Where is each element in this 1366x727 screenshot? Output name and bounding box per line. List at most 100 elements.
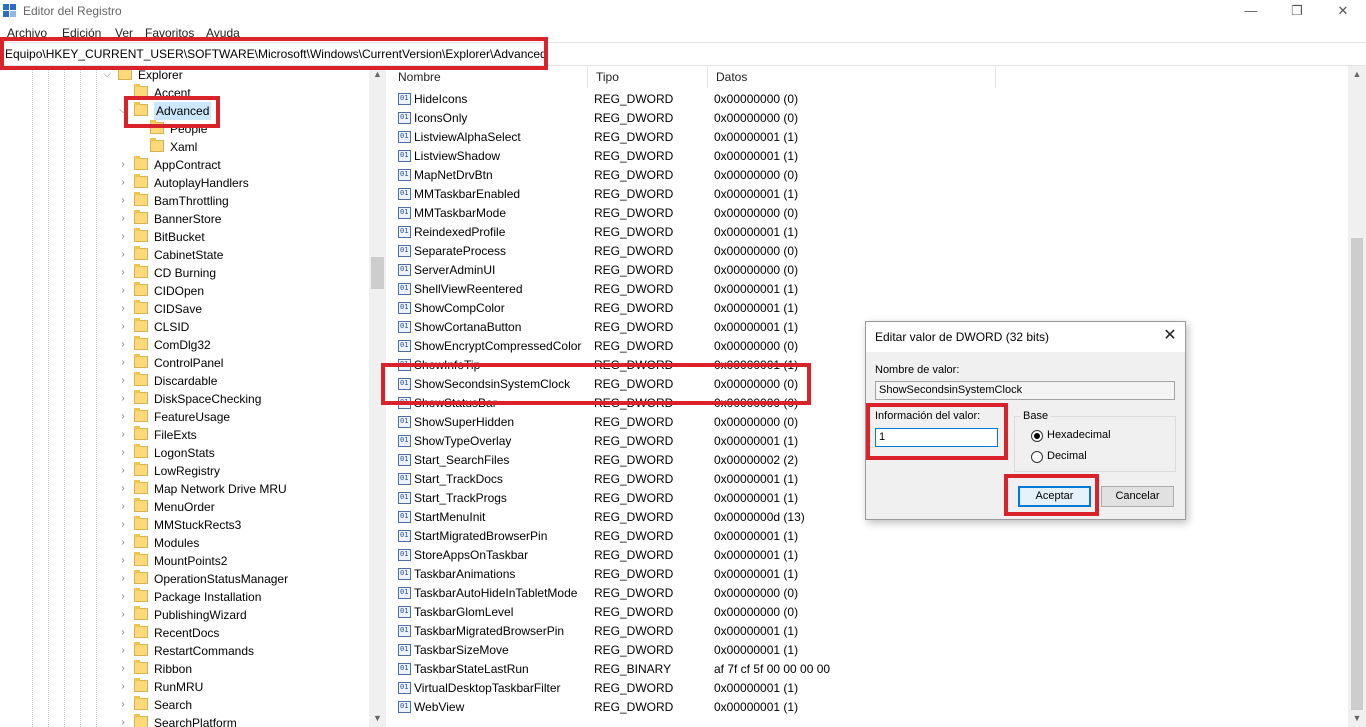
tree-item[interactable]: › PublishingWizard xyxy=(0,606,369,624)
chevron-right-icon[interactable]: › xyxy=(118,606,128,624)
value-row[interactable]: MapNetDrvBtn REG_DWORD 0x00000000 (0) xyxy=(390,166,1348,185)
tree-item[interactable]: › RecentDocs xyxy=(0,624,369,642)
chevron-right-icon[interactable]: › xyxy=(118,444,128,462)
value-row[interactable]: MMTaskbarMode REG_DWORD 0x00000000 (0) xyxy=(390,204,1348,223)
tree-item[interactable]: › LowRegistry xyxy=(0,462,369,480)
key-tree[interactable]: ⌵ Explorer Accent ⌵ Advanced People Xaml › AppCo… xyxy=(0,66,370,727)
value-row[interactable]: VirtualDesktopTaskbarFilter REG_DWORD 0x00… xyxy=(390,679,1348,698)
chevron-right-icon[interactable]: › xyxy=(118,156,128,174)
close-button[interactable]: ✕ xyxy=(1320,2,1366,22)
decimal-radio[interactable] xyxy=(1031,451,1043,463)
tree-item[interactable]: › Ribbon xyxy=(0,660,369,678)
tree-item[interactable]: › SearchPlatform xyxy=(0,714,369,727)
tree-item[interactable]: › CLSID xyxy=(0,318,369,336)
list-scrollbar[interactable]: ▲ ▼ xyxy=(1348,66,1366,727)
chevron-right-icon[interactable]: › xyxy=(118,192,128,210)
minimize-button[interactable]: — xyxy=(1228,2,1274,22)
chevron-right-icon[interactable]: › xyxy=(118,624,128,642)
tree-item[interactable]: › Modules xyxy=(0,534,369,552)
chevron-right-icon[interactable]: › xyxy=(118,588,128,606)
chevron-right-icon[interactable]: › xyxy=(118,642,128,660)
tree-item[interactable]: › CIDOpen xyxy=(0,282,369,300)
tree-item[interactable]: › Package Installation xyxy=(0,588,369,606)
value-row[interactable]: TaskbarStateLastRun REG_BINARY af 7f cf 5f… xyxy=(390,660,1348,679)
chevron-right-icon[interactable]: › xyxy=(118,354,128,372)
value-row[interactable]: SeparateProcess REG_DWORD 0x00000000 (0) xyxy=(390,242,1348,261)
tree-item[interactable]: › RestartCommands xyxy=(0,642,369,660)
chevron-right-icon[interactable]: › xyxy=(118,246,128,264)
chevron-right-icon[interactable]: › xyxy=(118,678,128,696)
column-header-type[interactable]: Tipo xyxy=(588,66,708,88)
value-row[interactable]: ShellViewReentered REG_DWORD 0x00000001 (1… xyxy=(390,280,1348,299)
tree-item[interactable]: › Map Network Drive MRU xyxy=(0,480,369,498)
chevron-right-icon[interactable]: › xyxy=(118,300,128,318)
tree-item[interactable]: › OperationStatusManager xyxy=(0,570,369,588)
tree-item[interactable]: › AppContract xyxy=(0,156,369,174)
value-row[interactable]: TaskbarAutoHideInTabletMode REG_DWORD 0x00… xyxy=(390,584,1348,603)
chevron-right-icon[interactable]: › xyxy=(118,696,128,714)
chevron-right-icon[interactable]: › xyxy=(118,426,128,444)
tree-scroll-thumb[interactable] xyxy=(371,257,384,289)
value-row[interactable]: TaskbarGlomLevel REG_DWORD 0x00000000 (0) xyxy=(390,603,1348,622)
chevron-right-icon[interactable]: › xyxy=(118,480,128,498)
tree-item[interactable]: › BitBucket xyxy=(0,228,369,246)
tree-item[interactable]: › CabinetState xyxy=(0,246,369,264)
tree-item[interactable]: › LogonStats xyxy=(0,444,369,462)
scroll-down-arrow-icon[interactable]: ▼ xyxy=(369,710,386,727)
chevron-right-icon[interactable]: › xyxy=(118,462,128,480)
chevron-right-icon[interactable]: › xyxy=(118,498,128,516)
chevron-right-icon[interactable]: › xyxy=(118,534,128,552)
value-row[interactable]: StartMigratedBrowserPin REG_DWORD 0x000000… xyxy=(390,527,1348,546)
value-row[interactable]: WebView REG_DWORD 0x00000001 (1) xyxy=(390,698,1348,717)
tree-item[interactable]: › DiskSpaceChecking xyxy=(0,390,369,408)
value-row[interactable]: ReindexedProfile REG_DWORD 0x00000001 (1) xyxy=(390,223,1348,242)
tree-item[interactable]: › CIDSave xyxy=(0,300,369,318)
tree-item[interactable]: › MountPoints2 xyxy=(0,552,369,570)
tree-item[interactable]: › Search xyxy=(0,696,369,714)
scroll-down-arrow-icon[interactable]: ▼ xyxy=(1348,710,1366,727)
chevron-right-icon[interactable]: › xyxy=(118,174,128,192)
chevron-right-icon[interactable]: › xyxy=(118,318,128,336)
hexadecimal-label[interactable]: Hexadecimal xyxy=(1047,429,1111,441)
value-row[interactable]: TaskbarSizeMove REG_DWORD 0x00000001 (1) xyxy=(390,641,1348,660)
tree-item[interactable]: Xaml xyxy=(0,138,369,156)
cancel-button[interactable]: Cancelar xyxy=(1101,486,1174,507)
chevron-right-icon[interactable]: › xyxy=(118,714,128,727)
scroll-up-arrow-icon[interactable]: ▲ xyxy=(1348,66,1366,83)
tree-item[interactable]: › ComDlg32 xyxy=(0,336,369,354)
chevron-right-icon[interactable]: › xyxy=(118,210,128,228)
chevron-right-icon[interactable]: › xyxy=(118,390,128,408)
tree-item[interactable]: › MenuOrder xyxy=(0,498,369,516)
chevron-right-icon[interactable]: › xyxy=(118,228,128,246)
tree-item[interactable]: › FeatureUsage xyxy=(0,408,369,426)
chevron-right-icon[interactable]: › xyxy=(118,660,128,678)
tree-item[interactable]: › ControlPanel xyxy=(0,354,369,372)
list-scroll-thumb[interactable] xyxy=(1351,238,1363,710)
dialog-close-icon[interactable]: ✕ xyxy=(1155,324,1185,348)
value-row[interactable]: StoreAppsOnTaskbar REG_DWORD 0x00000001 (1… xyxy=(390,546,1348,565)
chevron-right-icon[interactable]: › xyxy=(118,282,128,300)
tree-item[interactable]: › BannerStore xyxy=(0,210,369,228)
restore-button[interactable]: ❐ xyxy=(1274,2,1320,22)
tree-item[interactable]: › AutoplayHandlers xyxy=(0,174,369,192)
chevron-right-icon[interactable]: › xyxy=(118,570,128,588)
tree-item[interactable]: › CD Burning xyxy=(0,264,369,282)
tree-item[interactable]: › Discardable xyxy=(0,372,369,390)
value-row[interactable]: ServerAdminUI REG_DWORD 0x00000000 (0) xyxy=(390,261,1348,280)
decimal-label[interactable]: Decimal xyxy=(1047,450,1087,462)
value-row[interactable]: HideIcons REG_DWORD 0x00000000 (0) xyxy=(390,90,1348,109)
chevron-right-icon[interactable]: › xyxy=(118,516,128,534)
value-row[interactable]: ListviewAlphaSelect REG_DWORD 0x00000001 (… xyxy=(390,128,1348,147)
chevron-right-icon[interactable]: › xyxy=(118,408,128,426)
chevron-right-icon[interactable]: › xyxy=(118,552,128,570)
tree-item[interactable]: › BamThrottling xyxy=(0,192,369,210)
chevron-right-icon[interactable]: › xyxy=(118,336,128,354)
value-row[interactable]: ShowCompColor REG_DWORD 0x00000001 (1) xyxy=(390,299,1348,318)
value-row[interactable]: TaskbarMigratedBrowserPin REG_DWORD 0x0000… xyxy=(390,622,1348,641)
value-name-field[interactable]: ShowSecondsinSystemClock xyxy=(875,381,1175,400)
value-row[interactable]: IconsOnly REG_DWORD 0x00000000 (0) xyxy=(390,109,1348,128)
chevron-right-icon[interactable]: › xyxy=(118,372,128,390)
tree-item[interactable]: › MMStuckRects3 xyxy=(0,516,369,534)
value-row[interactable]: MMTaskbarEnabled REG_DWORD 0x00000001 (1) xyxy=(390,185,1348,204)
tree-item[interactable]: › RunMRU xyxy=(0,678,369,696)
